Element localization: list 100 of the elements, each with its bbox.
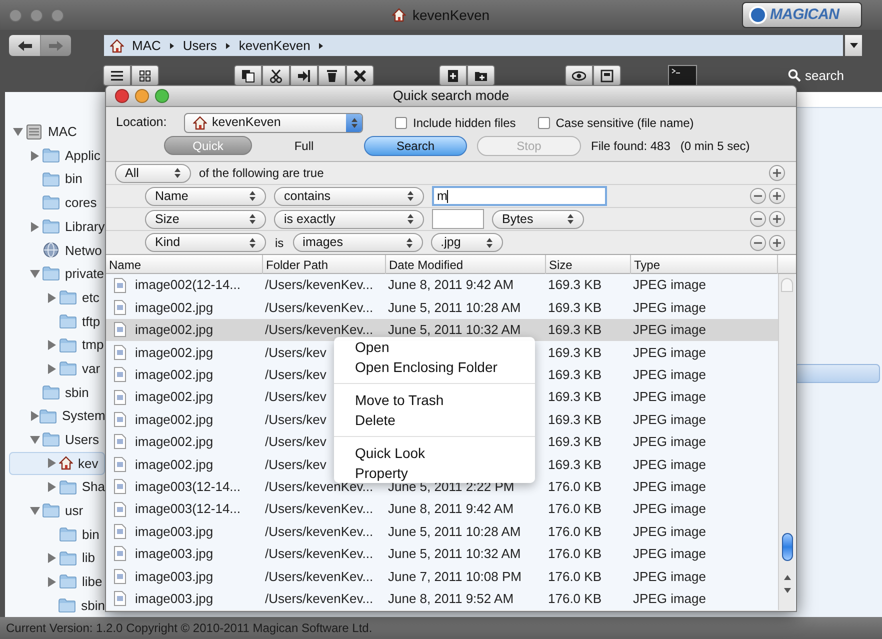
tree-item-label[interactable]: lib <box>82 548 96 568</box>
move-button[interactable] <box>290 65 318 86</box>
tree-item-label[interactable]: Netwo <box>65 240 102 260</box>
table-cell-text: 169.3 KB <box>548 388 602 406</box>
tree-item-label[interactable]: libe <box>82 572 102 592</box>
table-cell-text: June 5, 2011 10:32 AM <box>388 321 521 340</box>
globe-icon <box>42 242 60 258</box>
trash-button[interactable] <box>318 65 346 86</box>
table-cell-text: 169.3 KB <box>548 344 602 362</box>
menu-item[interactable]: Open Enclosing Folder <box>334 357 535 377</box>
table-cell-text: JPEG image <box>633 298 706 317</box>
menu-item[interactable]: Quick Look <box>334 443 535 463</box>
tree-item-label[interactable]: Applic <box>65 146 100 166</box>
path-segment[interactable]: Users <box>182 36 217 56</box>
table-cell-text: June 7, 2011 10:08 PM <box>388 568 522 586</box>
back-button[interactable] <box>9 35 40 56</box>
tree-item-label[interactable]: var <box>82 358 100 378</box>
new-file-button[interactable] <box>439 65 467 86</box>
table-cell-text: 169.3 KB <box>548 298 602 317</box>
elapsed-time: (0 min 5 sec) <box>680 138 750 154</box>
input-field[interactable]: m <box>432 186 607 206</box>
tree-item-label[interactable]: Sha <box>82 477 105 497</box>
scroll-down-icon <box>784 588 790 593</box>
tree-item-label[interactable]: tftp <box>82 312 100 332</box>
table-cell-text: /Users/kev <box>265 366 326 384</box>
updown-arrows-icon <box>407 214 414 224</box>
table-cell-text: JPEG image <box>633 568 706 586</box>
updown-arrows-icon <box>486 238 493 248</box>
dropdown[interactable]: .jpg <box>430 233 503 252</box>
table-cell-text: JPEG image <box>633 545 706 564</box>
table-cell-text: JPEG image <box>633 276 706 294</box>
table-cell-text: image002.jpg <box>135 410 214 429</box>
new-folder-button[interactable] <box>467 65 495 86</box>
dropdown[interactable]: Bytes <box>492 210 584 228</box>
tree-item-label[interactable]: cores <box>65 193 97 213</box>
remove-button[interactable] <box>750 188 766 204</box>
folder-icon <box>59 314 77 329</box>
terminal-button[interactable] <box>668 65 697 86</box>
quick-look-button[interactable] <box>565 65 593 86</box>
trash-icon <box>325 68 339 82</box>
add-button[interactable] <box>769 188 785 204</box>
search-button[interactable]: Search <box>364 136 467 156</box>
tree-item-label[interactable]: System <box>62 406 105 426</box>
menu-item[interactable]: Move to Trash <box>334 390 535 410</box>
chevron-right-icon <box>318 42 324 50</box>
dropdown[interactable]: All <box>115 164 191 182</box>
image-file-icon <box>114 591 126 606</box>
tree-item-label[interactable]: kev <box>78 454 98 474</box>
tree-item-label[interactable]: etc <box>82 288 100 308</box>
path-dropdown-button[interactable] <box>845 35 862 56</box>
tree-item-label[interactable]: bin <box>82 524 100 544</box>
tree-item-label[interactable]: Users <box>65 430 99 450</box>
dropdown[interactable]: Name <box>145 186 266 206</box>
tree-item-label[interactable]: sbin <box>65 382 89 402</box>
dropdown[interactable]: images <box>292 233 423 252</box>
folder-icon <box>42 172 60 187</box>
remove-button[interactable] <box>750 234 766 250</box>
table-row[interactable]: image002.jpg /Users/kevenKev... June 5, 2011 10:32 AM 169.3 KB JPEG image <box>106 318 778 342</box>
add-button[interactable] <box>769 234 785 250</box>
copy-button[interactable] <box>234 65 262 86</box>
input-field[interactable] <box>432 209 484 229</box>
tree-item-label[interactable]: bin <box>65 169 82 189</box>
add-button[interactable] <box>769 211 785 227</box>
location-dropdown[interactable]: kevenKeven <box>184 112 363 132</box>
dropdown[interactable]: Kind <box>145 233 266 252</box>
scroll-thumb[interactable] <box>782 533 792 561</box>
list-view-button[interactable] <box>103 65 131 86</box>
tree-item-label[interactable]: Library <box>65 216 105 236</box>
arrow-right-icon <box>48 40 64 52</box>
checkbox[interactable] <box>395 116 407 128</box>
table-cell-text: image003.jpg <box>135 522 214 541</box>
window-icon <box>600 68 614 82</box>
dropdown[interactable]: contains <box>274 186 424 206</box>
checkbox-label: Include hidden files <box>413 114 516 132</box>
menu-item[interactable]: Delete <box>334 410 535 430</box>
table-cell-text: 169.3 KB <box>548 433 602 452</box>
search-button[interactable]: search <box>788 65 844 86</box>
tree-item-label[interactable]: private <box>65 264 104 284</box>
cut-button[interactable] <box>262 65 290 86</box>
add-button[interactable] <box>769 165 785 181</box>
remove-button[interactable] <box>750 211 766 227</box>
checkbox[interactable] <box>538 116 550 128</box>
table-cell-text: 176.0 KB <box>548 500 602 518</box>
table-cell-text: June 5, 2011 10:28 AM <box>388 522 521 541</box>
dropdown[interactable]: is exactly <box>274 210 424 228</box>
scrollbar[interactable] <box>778 274 795 610</box>
path-segment[interactable]: kevenKeven <box>238 36 310 56</box>
table-cell-text: JPEG image <box>633 388 706 406</box>
table-cell-text: /Users/kevenKev... <box>265 298 374 317</box>
tree-item-label[interactable]: MAC <box>48 122 77 142</box>
tree-item-label[interactable]: tmp <box>82 335 104 355</box>
dropdown[interactable]: Size <box>145 210 266 228</box>
delete-button[interactable] <box>346 65 374 86</box>
path-segment[interactable]: MAC <box>132 36 161 56</box>
mode-segment[interactable]: Full <box>274 136 334 155</box>
tree-item-label[interactable]: sbin <box>81 596 105 616</box>
preview-button[interactable] <box>593 65 621 86</box>
tree-item-label[interactable]: usr <box>65 501 84 521</box>
grid-view-button[interactable] <box>131 65 159 86</box>
table-cell-text: 176.0 KB <box>548 590 602 608</box>
